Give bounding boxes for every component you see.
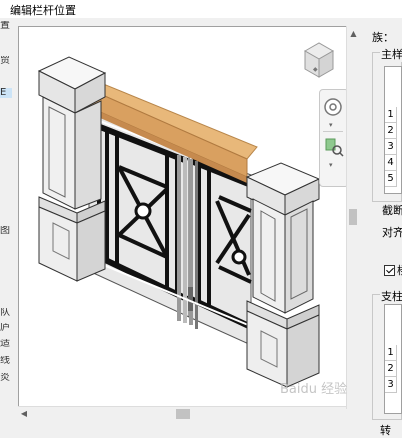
view-cube[interactable]: ◆ xyxy=(299,39,339,83)
table-row[interactable]: 4 xyxy=(385,155,397,171)
main-pattern-label: 主样 xyxy=(380,46,402,62)
right-properties-panel: 族： 主样 1 2 3 4 5 截断 对齐 楼 支柱 1 2 3 转 xyxy=(366,18,402,437)
scroll-left-icon[interactable]: ◀ xyxy=(18,407,30,420)
main-pattern-table[interactable]: 1 2 3 4 5 xyxy=(384,66,402,194)
watermark: Baidu 经验 xyxy=(280,382,348,397)
section-label: 截断 xyxy=(382,204,402,217)
chevron-down-icon[interactable]: ▾ xyxy=(329,121,333,129)
left-strip-char: 适 xyxy=(0,339,10,349)
title-bar: 编辑栏杆位置 xyxy=(0,0,402,18)
viewport-vertical-scrollbar[interactable]: ▲ xyxy=(346,26,359,409)
left-strip-char: 庐 xyxy=(0,323,10,333)
left-side-strip: 置 贸 E 图 队 庐 适 线 炎 xyxy=(0,18,14,420)
left-strip-char: 置 xyxy=(0,21,10,31)
post-table[interactable]: 1 2 3 xyxy=(384,304,402,414)
table-row[interactable]: 1 xyxy=(385,345,397,361)
table-row[interactable]: 1 xyxy=(385,107,397,123)
left-strip-char: 线 xyxy=(0,356,10,366)
left-strip-char[interactable]: E xyxy=(0,88,12,98)
table-row[interactable]: 5 xyxy=(385,171,397,187)
window-title: 编辑栏杆位置 xyxy=(10,4,76,17)
right-post xyxy=(245,162,321,388)
3d-preview-viewport[interactable]: ◆ ▾ ▾ xyxy=(18,26,359,409)
steering-wheel-icon[interactable] xyxy=(323,97,343,117)
railing-model xyxy=(37,56,321,388)
viewport-horizontal-scrollbar[interactable]: ◀ xyxy=(18,406,346,420)
left-strip-char: 炎 xyxy=(0,373,10,383)
table-row[interactable]: 3 xyxy=(385,139,397,155)
left-strip-char: 图 xyxy=(0,226,10,236)
post-group-label: 支柱 xyxy=(380,288,402,304)
family-label: 族： xyxy=(372,31,394,44)
left-strip-char: 贸 xyxy=(0,56,10,66)
align-label: 对齐 xyxy=(382,226,402,239)
left-post xyxy=(37,56,107,282)
scroll-up-icon[interactable]: ▲ xyxy=(348,28,359,39)
checkbox-label: 楼 xyxy=(397,262,402,278)
table-row[interactable]: 2 xyxy=(385,123,397,139)
scroll-thumb[interactable] xyxy=(349,209,357,225)
svg-text:◆: ◆ xyxy=(313,66,318,73)
scroll-thumb[interactable] xyxy=(176,409,190,419)
table-row[interactable]: 3 xyxy=(385,377,397,393)
option-checkbox[interactable] xyxy=(384,265,395,276)
table-row[interactable]: 2 xyxy=(385,361,397,377)
left-strip-char: 队 xyxy=(0,308,10,318)
bottom-label: 转 xyxy=(380,424,391,437)
chevron-down-icon[interactable]: ▾ xyxy=(329,161,333,169)
navigation-bar: ▾ ▾ xyxy=(319,89,349,209)
zoom-region-icon[interactable] xyxy=(324,137,344,157)
